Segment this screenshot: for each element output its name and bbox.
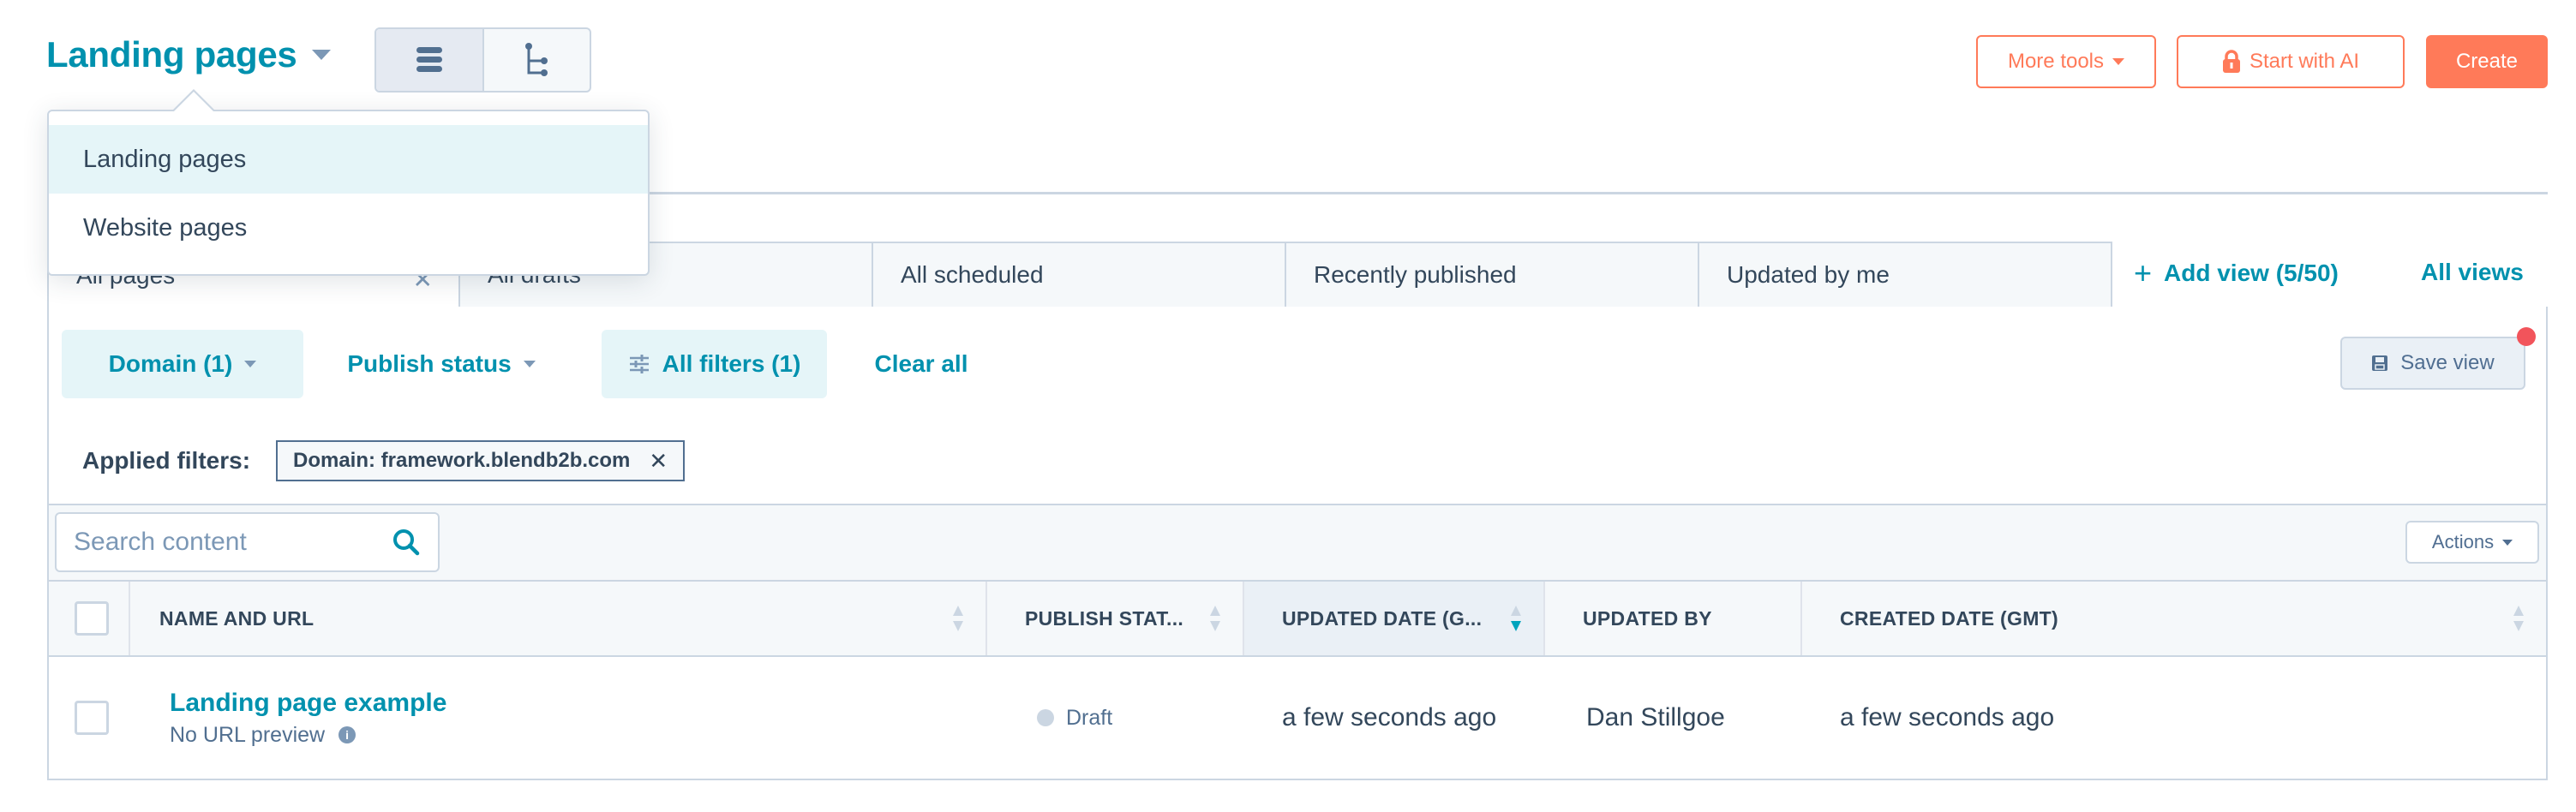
close-icon[interactable]: ✕ [649,448,668,475]
chevron-down-icon [244,361,257,367]
row-checkbox[interactable] [75,701,109,735]
domain-filter-label: Domain (1) [108,350,233,377]
tab-all-scheduled[interactable]: All scheduled [873,242,1286,308]
row-select-cell [49,657,130,779]
url-preview: No URL preview i [170,723,356,748]
column-header-publish-status[interactable]: PUBLISH STAT... [987,582,1244,655]
dropdown-arrow-fill [174,92,213,111]
tab-label: Recently published [1314,261,1517,288]
save-view-button[interactable]: Save view [2340,337,2525,390]
search-input[interactable] [74,528,356,557]
domain-filter-button[interactable]: Domain (1) [62,330,303,398]
updated-date-cell: a few seconds ago [1282,703,1497,731]
list-view-button[interactable] [376,29,484,91]
column-label: NAME AND URL [159,606,315,630]
add-view-label: Add view (5/50) [2164,260,2339,286]
chevron-down-icon [523,361,536,367]
applied-filter-text: Domain: framework.blendb2b.com [293,449,631,472]
plus-icon: + [2134,255,2153,290]
column-header-updated-date[interactable]: UPDATED DATE (G... [1244,582,1545,655]
all-filters-label: All filters (1) [662,350,801,377]
column-header-name[interactable]: NAME AND URL [130,582,987,655]
applied-filters-label: Applied filters: [82,447,251,474]
save-view-label: Save view [2400,351,2495,374]
all-views-link[interactable]: All views [2421,259,2524,286]
table-row: Landing page example No URL preview i Dr… [49,657,2546,779]
applied-filter-chip: Domain: framework.blendb2b.com ✕ [276,440,686,481]
start-with-ai-label: Start with AI [2249,50,2360,73]
more-tools-button[interactable]: More tools [1976,35,2156,88]
save-icon [2372,355,2388,371]
dropdown-item-website-pages[interactable]: Website pages [49,194,648,262]
sort-icon [953,606,963,631]
add-view-button[interactable]: + Add view (5/50) [2134,255,2339,291]
tree-icon [525,43,548,76]
status-cell: Draft [987,657,1244,779]
page-title: Landing pages [46,34,297,75]
sort-icon [2513,606,2524,631]
page-type-selector[interactable]: Landing pages [46,34,332,75]
start-with-ai-button[interactable]: Start with AI [2177,35,2405,88]
create-button[interactable]: Create [2426,35,2548,88]
dropdown-item-landing-pages[interactable]: Landing pages [49,125,648,194]
clear-all-button[interactable]: Clear all [861,330,981,398]
updated-by-cell: Dan Stillgoe [1586,703,1725,731]
tree-view-button[interactable] [484,29,590,91]
table-header: NAME AND URL PUBLISH STAT... UPDATED DAT… [49,580,2546,657]
chevron-down-icon [2502,539,2513,546]
notification-dot [2517,327,2536,346]
chevron-down-icon [312,50,332,60]
select-all-checkbox[interactable] [75,601,109,636]
select-all-cell [49,582,130,655]
column-header-updated-by[interactable]: UPDATED BY [1545,582,1802,655]
list-icon [416,47,442,72]
url-preview-text: No URL preview [170,722,326,747]
info-icon[interactable]: i [338,726,356,743]
page-type-dropdown: Landing pages Website pages [47,110,650,276]
all-filters-button[interactable]: All filters (1) [602,330,827,398]
view-toggle [374,27,591,93]
column-label: CREATED DATE (GMT) [1840,606,2058,630]
search-icon[interactable] [392,528,421,557]
actions-label: Actions [2431,531,2495,552]
column-label: UPDATED BY [1583,606,1712,630]
column-header-created-date[interactable]: CREATED DATE (GMT) [1802,582,2546,655]
tab-recently-published[interactable]: Recently published [1286,242,1699,308]
publish-status-filter-button[interactable]: Publish status [326,330,557,398]
publish-status-filter-label: Publish status [347,350,512,377]
sort-descending-icon [1511,606,1521,631]
status-badge: Draft [1066,705,1113,730]
search-box [55,512,440,572]
column-label: PUBLISH STAT... [1025,606,1184,630]
created-date-cell: a few seconds ago [1840,703,2055,731]
status-dot-icon [1037,709,1054,726]
tab-updated-by-me[interactable]: Updated by me [1699,242,2112,308]
chevron-down-icon [2112,58,2125,65]
sliders-icon [629,355,649,373]
actions-button[interactable]: Actions [2405,521,2539,564]
sort-icon [1210,606,1220,631]
more-tools-label: More tools [2007,50,2105,73]
column-label: UPDATED DATE (G... [1282,606,1483,630]
tab-label: All scheduled [901,261,1044,288]
page-name-link[interactable]: Landing page example [170,689,446,718]
tab-label: Updated by me [1727,261,1890,288]
lock-icon [2222,50,2240,73]
name-cell: Landing page example No URL preview i [130,657,987,779]
